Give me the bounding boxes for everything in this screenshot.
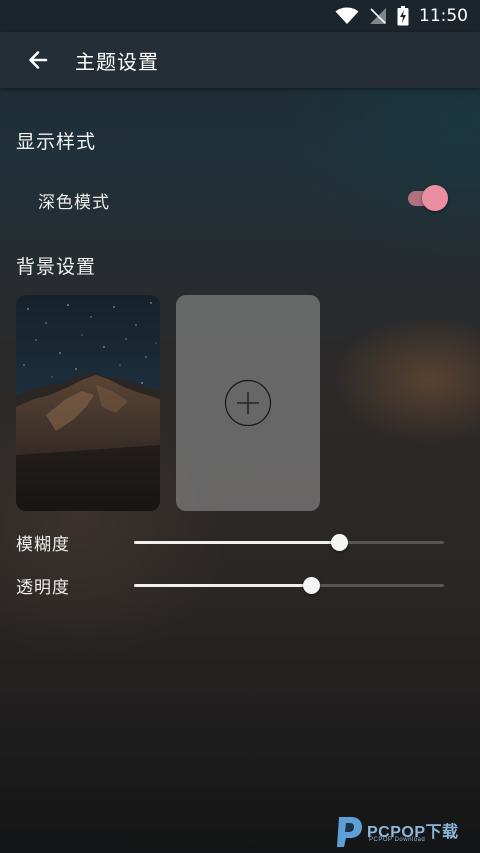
status-time: 11:50 <box>419 6 468 26</box>
dark-mode-row[interactable]: 深色模式 <box>0 178 480 220</box>
opacity-label: 透明度 <box>16 578 70 598</box>
blur-slider[interactable] <box>134 528 444 558</box>
opacity-slider[interactable] <box>134 571 444 601</box>
pcpop-logo-icon <box>337 817 362 847</box>
add-background-button[interactable] <box>176 295 320 511</box>
plus-circle-icon <box>224 379 272 427</box>
opacity-row: 透明度 <box>0 571 480 601</box>
dark-mode-label: 深色模式 <box>38 193 110 213</box>
wifi-icon <box>335 7 359 24</box>
toggle-thumb <box>422 185 448 211</box>
app-bar: 主题设置 <box>0 32 480 88</box>
pcpop-watermark: PCPOP下载 PCPOP Download <box>331 807 480 853</box>
watermark-subtext: PCPOP Download <box>369 837 426 843</box>
no-signal-icon <box>370 8 386 24</box>
slider-fill <box>134 584 311 587</box>
dark-mode-toggle[interactable] <box>406 184 450 212</box>
arrow-left-icon <box>29 51 48 69</box>
page-title: 主题设置 <box>75 49 159 74</box>
blur-label: 模糊度 <box>16 535 70 555</box>
battery-charging-icon <box>397 6 409 26</box>
back-button[interactable] <box>13 40 63 80</box>
slider-thumb[interactable] <box>303 577 320 594</box>
blur-row: 模糊度 <box>0 528 480 558</box>
slider-fill <box>134 541 339 544</box>
background-settings-heading: 背景设置 <box>16 256 97 278</box>
slider-thumb[interactable] <box>331 534 348 551</box>
background-image-thumbnail[interactable] <box>16 295 160 511</box>
mountain-night-image <box>16 295 160 511</box>
display-style-heading: 显示样式 <box>16 131 97 153</box>
status-bar: 11:50 <box>0 0 480 32</box>
